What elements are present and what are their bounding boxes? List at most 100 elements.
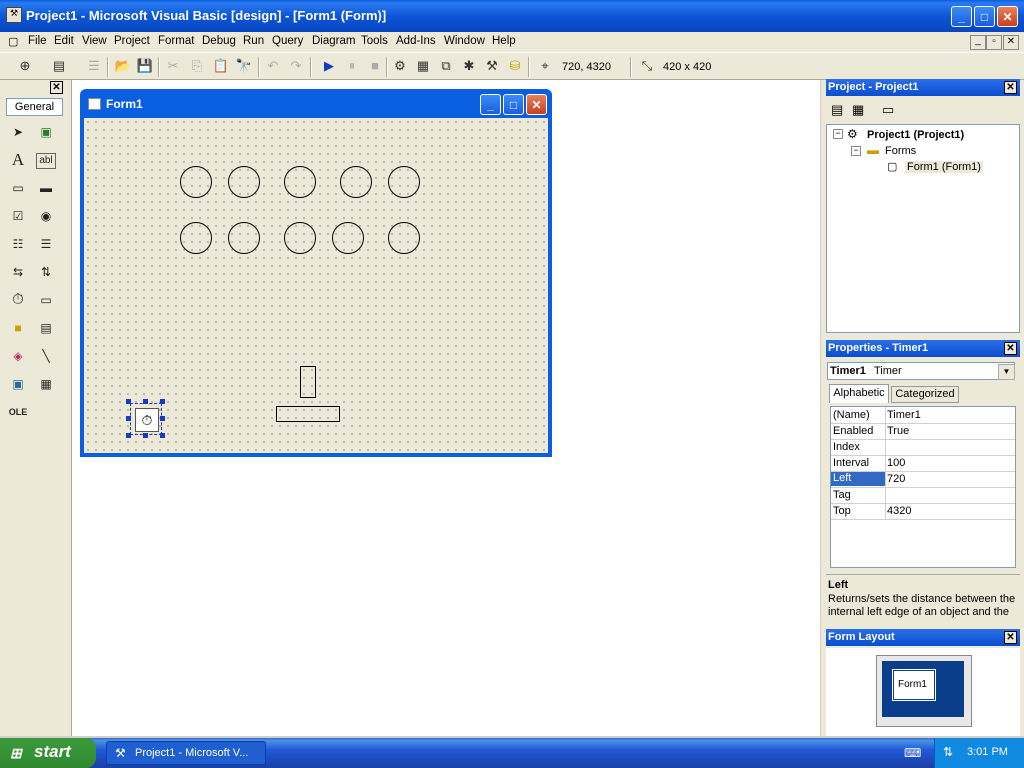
vscrollbar-icon[interactable]: ⇅ [36, 262, 56, 282]
toggle-folders-icon[interactable]: ▭ [882, 102, 894, 118]
timer1-control[interactable]: ⏱ [130, 403, 162, 435]
menu-editor-icon[interactable]: ☰ [85, 58, 103, 74]
mdi-close-button[interactable]: ✕ [1003, 35, 1019, 50]
tree-project-root[interactable]: Project1 (Project1) [867, 129, 964, 141]
tab-alphabetic[interactable]: Alphabetic [829, 384, 889, 403]
project-explorer-icon[interactable]: ⚙ [391, 58, 409, 74]
menu-format[interactable]: Format [158, 35, 194, 47]
label-icon[interactable]: A [8, 150, 28, 170]
redo-icon[interactable]: ↷ [287, 58, 305, 74]
properties-window-icon[interactable]: ▦ [414, 58, 432, 74]
project-explorer-close-button[interactable]: ✕ [1004, 81, 1017, 94]
open-project-icon[interactable]: 📂 [114, 58, 132, 74]
form-layout-icon[interactable]: ⧉ [437, 58, 455, 74]
menu-run[interactable]: Run [243, 35, 264, 47]
data-icon[interactable]: ▦ [36, 374, 56, 394]
shape-circle[interactable] [180, 222, 212, 254]
selection-handle[interactable] [160, 416, 165, 421]
form-layout-header[interactable]: Form Layout [826, 629, 1020, 646]
break-icon[interactable]: ⏸ [343, 58, 361, 74]
title-bar[interactable]: ⚒ Project1 - Microsoft Visual Basic [des… [0, 0, 1024, 32]
frame-icon[interactable]: ▭ [8, 178, 28, 198]
selection-handle[interactable] [143, 399, 148, 404]
commandbutton-icon[interactable]: ▬ [36, 178, 56, 198]
checkbox-icon[interactable]: ☑ [8, 206, 28, 226]
shape-circle[interactable] [388, 166, 420, 198]
menu-view[interactable]: View [82, 35, 107, 47]
menu-file[interactable]: File [28, 35, 47, 47]
shape-circle[interactable] [180, 166, 212, 198]
collapse-icon[interactable]: − [851, 146, 861, 156]
form-layout-close-button[interactable]: ✕ [1004, 631, 1017, 644]
toolbox-general-tab[interactable]: General [6, 98, 63, 116]
properties-header[interactable]: Properties - Timer1 [826, 340, 1020, 357]
combobox-icon[interactable]: ☷ [8, 234, 28, 254]
tab-categorized[interactable]: Categorized [891, 386, 959, 403]
menu-edit[interactable]: Edit [54, 35, 74, 47]
clock[interactable]: 3:01 PM [967, 746, 1008, 758]
add-form-icon[interactable]: ▤ [50, 58, 68, 74]
menu-addins[interactable]: Add-Ins [396, 35, 436, 47]
start-icon[interactable]: ▶ [320, 58, 338, 74]
mdi-restore-button[interactable]: ▫ [986, 35, 1002, 50]
property-row[interactable]: Index [831, 439, 1015, 456]
line-icon[interactable]: ╲ [36, 346, 56, 366]
shape-circle[interactable] [284, 166, 316, 198]
close-button[interactable]: ✕ [997, 6, 1018, 27]
dirlistbox-icon[interactable]: ■ [8, 318, 28, 338]
cut-icon[interactable]: ✂ [164, 58, 182, 74]
paste-icon[interactable]: 📋 [212, 58, 230, 74]
minimize-button[interactable]: _ [951, 6, 972, 27]
shape-circle[interactable] [340, 166, 372, 198]
shape-icon[interactable]: ◈ [8, 346, 28, 366]
menu-debug[interactable]: Debug [202, 35, 236, 47]
optionbutton-icon[interactable]: ◉ [36, 206, 56, 226]
menu-diagram[interactable]: Diagram [312, 35, 355, 47]
timer-icon[interactable]: ⏱ [8, 290, 28, 310]
copy-icon[interactable]: ⎘ [188, 58, 206, 74]
mdi-minimize-button[interactable]: _ [970, 35, 986, 50]
find-icon[interactable]: 🔭 [235, 58, 253, 74]
shape-circle[interactable] [332, 222, 364, 254]
shape-circle[interactable] [228, 166, 260, 198]
drivelistbox-icon[interactable]: ▭ [36, 290, 56, 310]
textbox-icon[interactable]: abl [36, 153, 56, 169]
selection-handle[interactable] [160, 399, 165, 404]
tree-forms-folder[interactable]: Forms [885, 145, 916, 157]
keyboard-icon[interactable]: ⌨ [904, 746, 921, 760]
save-project-icon[interactable]: 💾 [136, 58, 154, 74]
selection-handle[interactable] [160, 433, 165, 438]
object-browser-icon[interactable]: ✱ [460, 58, 478, 74]
tree-form1-item[interactable]: Form1 (Form1) [905, 161, 983, 173]
listbox-icon[interactable]: ☰ [36, 234, 56, 254]
object-dropdown[interactable]: Timer1 Timer ▼ [827, 362, 1015, 380]
property-row[interactable]: Interval 100 [831, 455, 1015, 472]
start-button[interactable]: ⊞ start [0, 738, 96, 768]
menu-help[interactable]: Help [492, 35, 516, 47]
add-project-icon[interactable]: ⊕ [16, 58, 34, 74]
picturebox-icon[interactable]: ▣ [36, 122, 56, 142]
shape-rectangle-vertical[interactable] [300, 366, 316, 398]
menu-project[interactable]: Project [114, 35, 150, 47]
form-minimize-button[interactable]: _ [480, 94, 501, 115]
image-icon[interactable]: ▣ [8, 374, 28, 394]
taskbar-item-vb[interactable]: ⚒ Project1 - Microsoft V... [106, 741, 266, 765]
shape-rectangle-horizontal[interactable] [276, 406, 340, 422]
network-icon[interactable]: ⇅ [943, 745, 953, 759]
shape-circle[interactable] [228, 222, 260, 254]
shape-circle[interactable] [388, 222, 420, 254]
menu-query[interactable]: Query [272, 35, 303, 47]
undo-icon[interactable]: ↶ [264, 58, 282, 74]
form-layout-preview[interactable]: Form1 [893, 670, 935, 700]
selection-handle[interactable] [126, 399, 131, 404]
form-close-button[interactable]: ✕ [526, 94, 547, 115]
data-view-icon[interactable]: ⛁ [506, 58, 524, 74]
property-row-selected[interactable]: Left 720 [831, 471, 1015, 488]
pointer-icon[interactable]: ➤ [8, 122, 28, 142]
toolbox-icon[interactable]: ⚒ [483, 58, 501, 74]
selection-handle[interactable] [126, 416, 131, 421]
menu-window[interactable]: Window [444, 35, 485, 47]
property-row[interactable]: Tag [831, 487, 1015, 504]
maximize-button[interactable]: □ [974, 6, 995, 27]
properties-close-button[interactable]: ✕ [1004, 342, 1017, 355]
